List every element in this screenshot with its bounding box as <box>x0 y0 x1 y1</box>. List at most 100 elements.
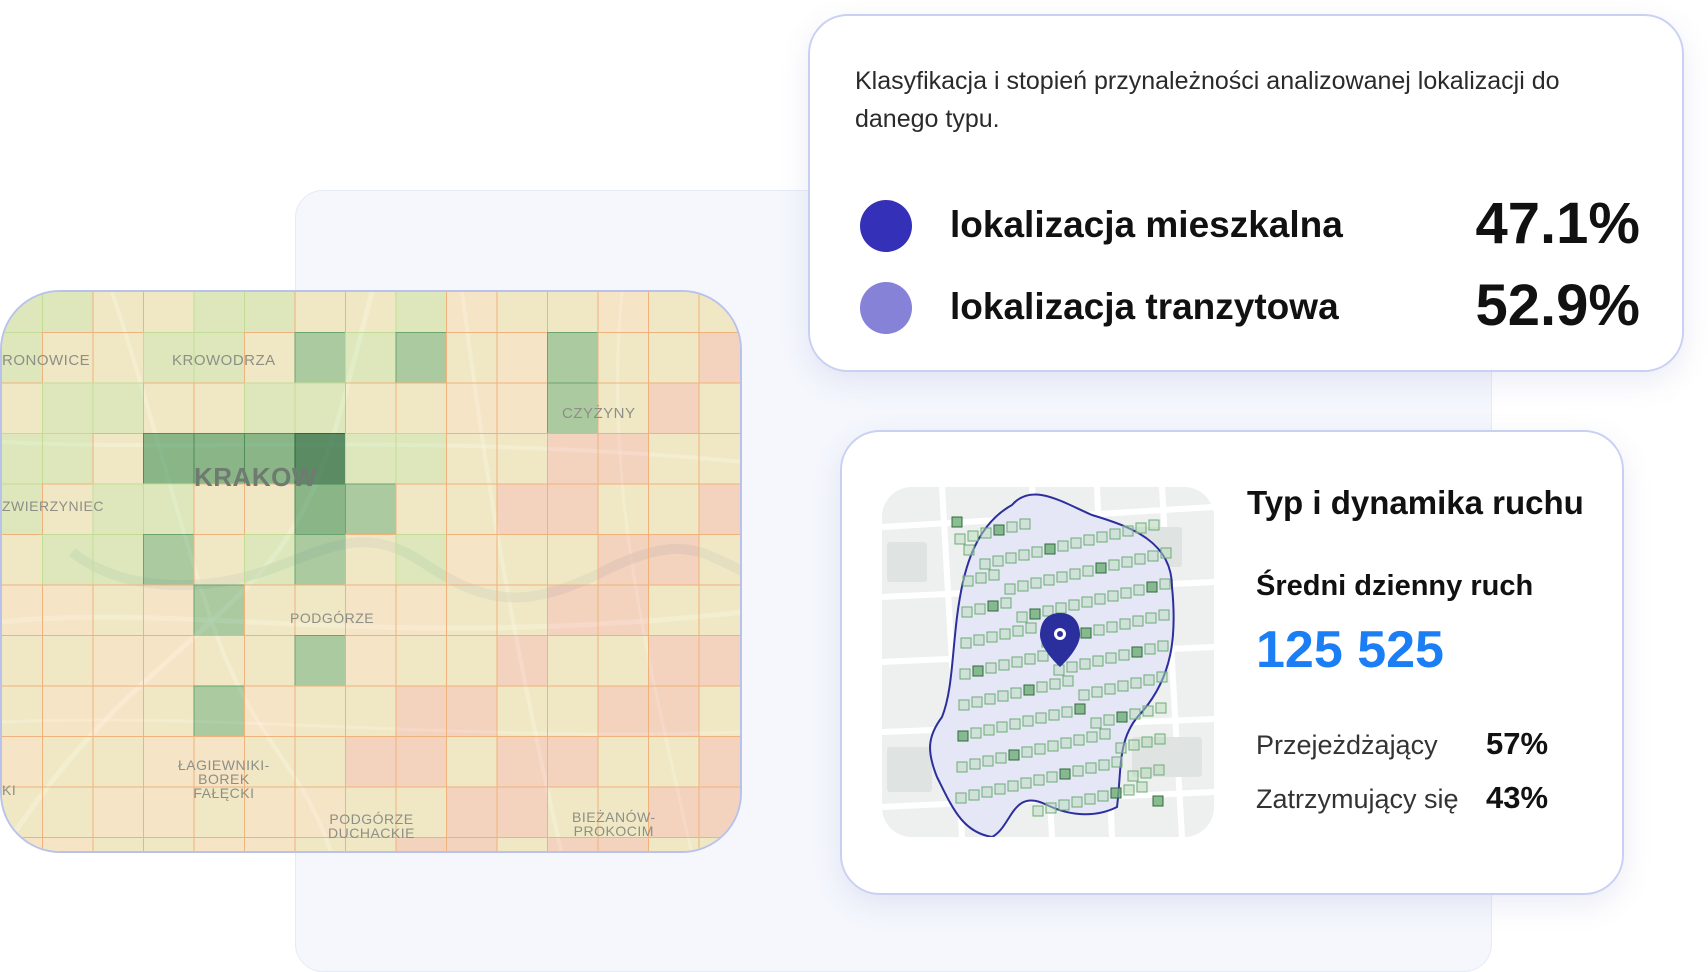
heat-cell <box>597 736 649 788</box>
heat-cell <box>244 584 296 636</box>
catchment-cell <box>1073 734 1085 746</box>
catchment-cell <box>1159 578 1171 590</box>
heat-cell <box>648 382 700 434</box>
catchment-cell <box>1024 653 1036 665</box>
transit-dot <box>860 282 912 334</box>
catchment-cell <box>1055 602 1067 614</box>
catchment-cell <box>1000 597 1012 609</box>
catchment-cell <box>981 786 993 798</box>
catchment-cell <box>1047 740 1059 752</box>
catchment-cell <box>986 631 998 643</box>
heat-cell <box>446 635 498 687</box>
catchment-cell <box>1056 571 1068 583</box>
heat-cell <box>547 534 599 586</box>
heat-cell <box>446 332 498 384</box>
catchment-cell <box>1037 650 1049 662</box>
catchment-cell <box>1111 756 1123 768</box>
heat-cell <box>193 685 245 737</box>
heat-cell <box>446 433 498 485</box>
catchment-cell <box>992 555 1004 567</box>
catchment-cell <box>1032 805 1044 817</box>
map-label-krowodrza: KROWODRZA <box>172 352 276 369</box>
heat-cell <box>547 483 599 535</box>
heat-cell <box>395 332 447 384</box>
heat-cell <box>294 685 346 737</box>
catchment-cell <box>1074 703 1086 715</box>
heat-cell <box>446 534 498 586</box>
map-label-czyzyny: CZYŻYNY <box>562 405 636 422</box>
catchment-cell <box>1035 712 1047 724</box>
heat-cell <box>92 685 144 737</box>
catchment-cell <box>993 524 1005 536</box>
heat-cell <box>42 635 94 687</box>
catchment-cell <box>1096 531 1108 543</box>
heat-cell <box>648 433 700 485</box>
heat-cell <box>496 736 548 788</box>
catchment-cell <box>1097 790 1109 802</box>
catchment-cell <box>1132 615 1144 627</box>
map-label-lagiewniki: ŁAGIEWNIKI- BOREK FAŁĘCKI <box>178 757 270 801</box>
heat-cell <box>345 736 397 788</box>
catchment-cell <box>1145 612 1157 624</box>
catchment-cell <box>1148 519 1160 531</box>
heat-cell <box>547 685 599 737</box>
heat-cell <box>698 736 740 788</box>
map-label-krakow: KRAKOW <box>194 462 317 492</box>
heat-cell <box>2 534 43 586</box>
catchment-cell <box>1093 624 1105 636</box>
heat-cell <box>496 483 548 535</box>
heat-cell <box>496 635 548 687</box>
avg-daily-traffic-value: 125 525 <box>1256 621 1444 679</box>
catchment-cell <box>956 761 968 773</box>
catchment-cell <box>1010 687 1022 699</box>
catchment-cell <box>999 628 1011 640</box>
catchment-cell <box>1059 768 1071 780</box>
heat-cell <box>547 433 599 485</box>
catchment-cell <box>1143 674 1155 686</box>
heatmap-map[interactable]: RONOWICE KROWODRZA CZYŻYNY KRAKOW ZWIERZ… <box>0 290 742 853</box>
heat-cell <box>42 685 94 737</box>
heat-cell <box>698 433 740 485</box>
catchment-cell <box>1006 521 1018 533</box>
map-label-edge: KI <box>2 782 17 798</box>
heat-cell <box>244 382 296 434</box>
heat-cell <box>244 635 296 687</box>
catchment-cell <box>987 600 999 612</box>
catchment-cell <box>1046 771 1058 783</box>
heat-cell <box>648 736 700 788</box>
heat-cell <box>244 837 296 851</box>
heat-cell <box>496 685 548 737</box>
heat-cell <box>294 332 346 384</box>
heat-cell <box>395 433 447 485</box>
heat-cell <box>143 584 195 636</box>
heat-cell <box>92 786 144 838</box>
catchment-cell <box>1099 728 1111 740</box>
catchment-cell <box>1031 546 1043 558</box>
catchment-cell <box>1033 774 1045 786</box>
heat-cell <box>395 483 447 535</box>
catchment-cell <box>1060 737 1072 749</box>
catchment-mini-map[interactable] <box>882 487 1214 837</box>
catchment-cell <box>967 530 979 542</box>
heat-cell <box>345 382 397 434</box>
heat-cell <box>294 736 346 788</box>
map-label-bronowice: RONOWICE <box>2 352 91 369</box>
catchment-cell <box>1110 787 1122 799</box>
heat-cell <box>597 534 649 586</box>
catchment-cell <box>963 544 975 556</box>
heat-cell <box>92 584 144 636</box>
legend-row-residential: lokalizacja mieszkalna 47.1% <box>860 191 1640 256</box>
heat-cell <box>244 292 296 333</box>
catchment-cell <box>1018 549 1030 561</box>
catchment-cell <box>951 516 963 528</box>
catchment-cell <box>1061 706 1073 718</box>
heat-cell <box>2 433 43 485</box>
catchment-cell <box>1141 736 1153 748</box>
catchment-cell <box>1116 711 1128 723</box>
heat-cell <box>345 332 397 384</box>
catchment-cell <box>1005 552 1017 564</box>
catchment-cell <box>1120 587 1132 599</box>
catchment-cell <box>968 789 980 801</box>
heat-cell <box>193 382 245 434</box>
catchment-cell <box>984 693 996 705</box>
